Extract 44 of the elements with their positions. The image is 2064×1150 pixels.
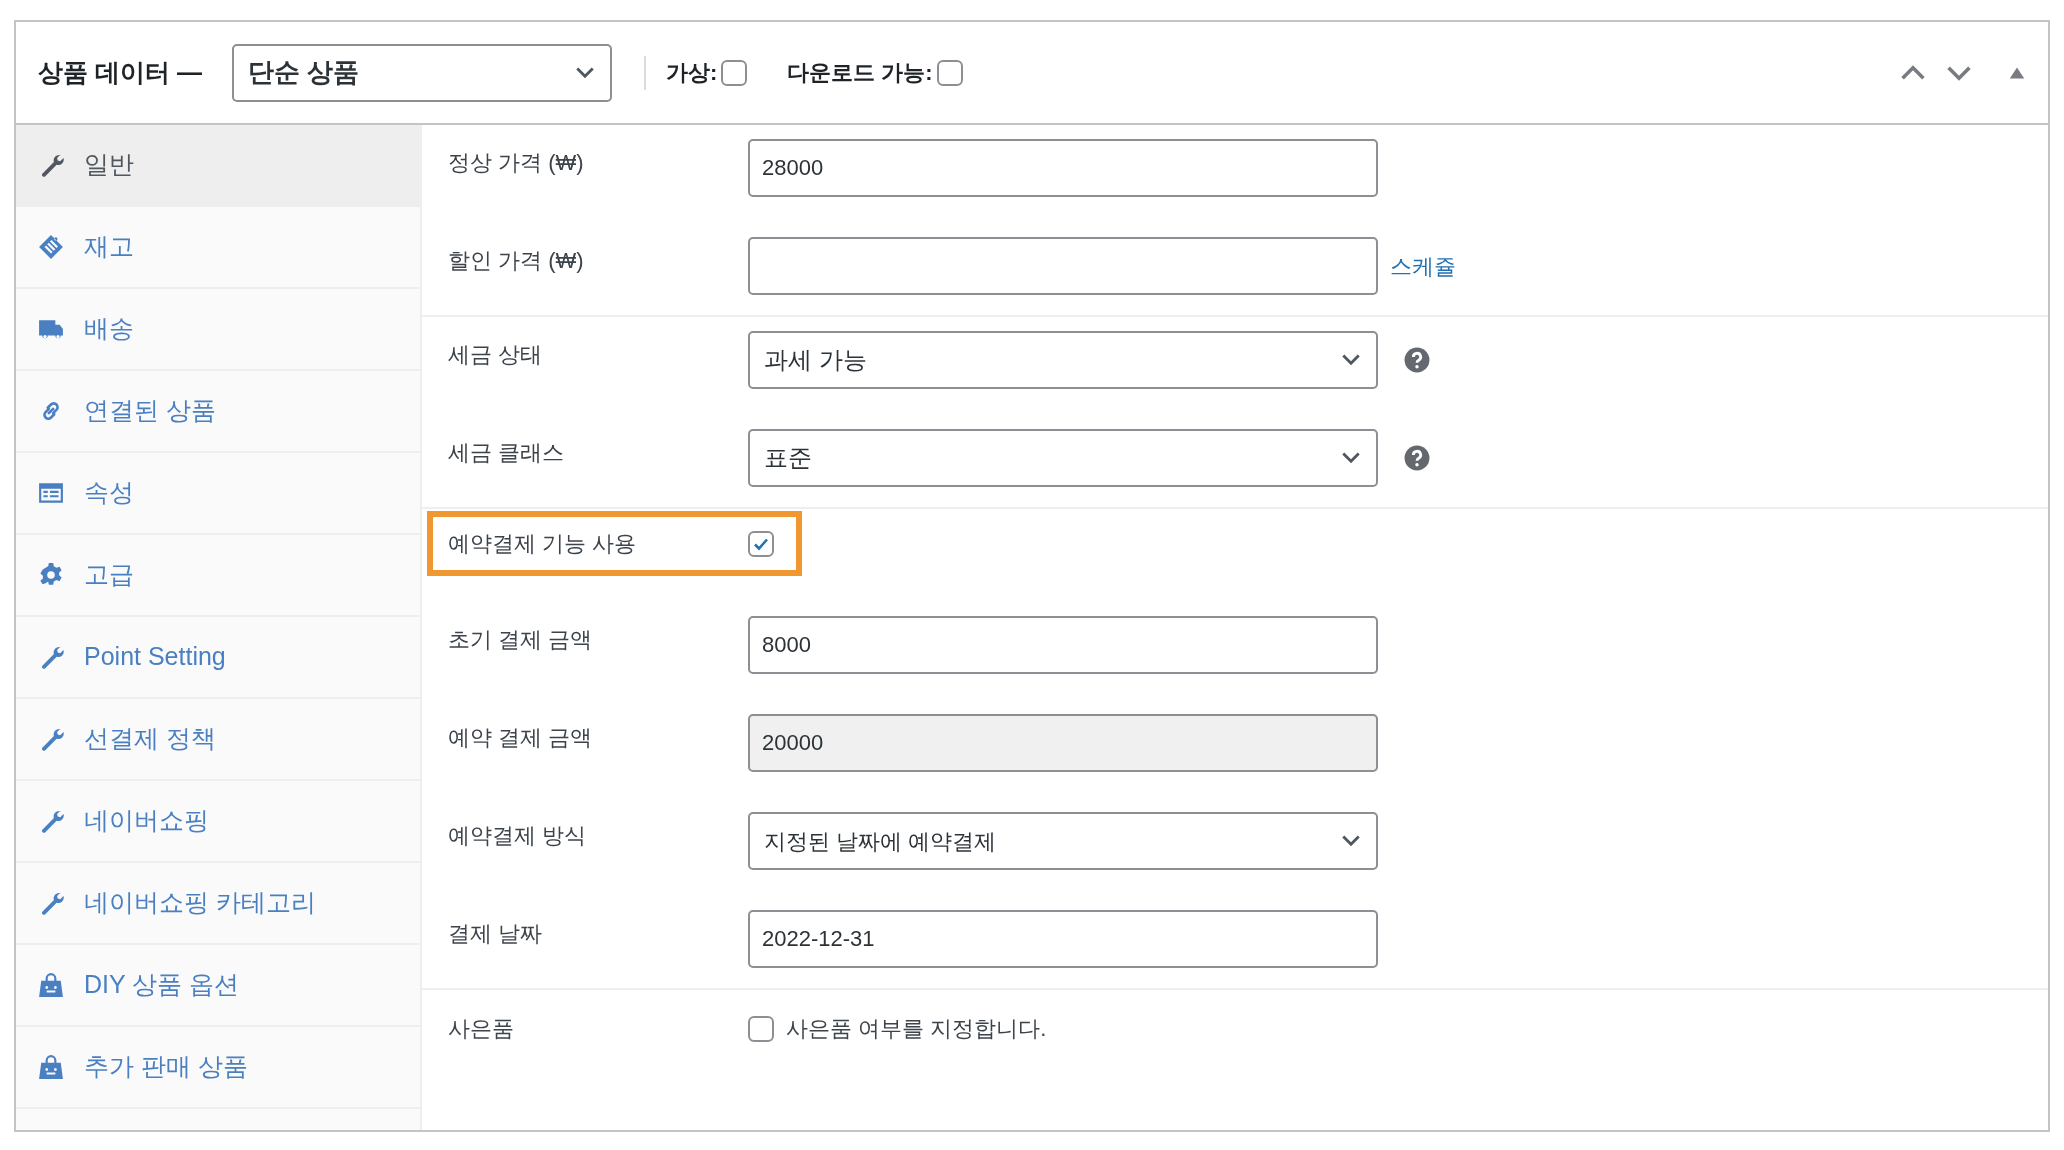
table-icon (38, 480, 64, 506)
schedule-link[interactable]: 스케쥴 (1390, 249, 1456, 283)
input-field[interactable]: 2022-12-31 (748, 910, 1378, 968)
sidebar-tab[interactable]: Point Setting (16, 617, 420, 699)
option-label: 가상: (665, 59, 718, 87)
sidebar-tab[interactable]: 속성 (16, 453, 420, 535)
field-label: 예약 결제 금액 (448, 723, 594, 752)
sidebar-tab[interactable]: 선결제 정책 (16, 699, 420, 781)
option-label: 다운로드 가능: (787, 59, 933, 87)
sidebar-tab[interactable]: 고급 (16, 535, 420, 617)
input-field[interactable]: 8000 (748, 616, 1378, 674)
sidebar-tab[interactable]: 배송 (16, 289, 420, 371)
checkbox-description: 사은품 여부를 지정합니다. (786, 1015, 1047, 1043)
checkbox[interactable] (936, 59, 963, 86)
sidebar-tab[interactable]: 네이버쇼핑 (16, 781, 420, 863)
field-label: 할인 가격 (₩) (448, 246, 585, 275)
input-field[interactable] (748, 237, 1378, 295)
sidebar-tab[interactable]: 연결된 상품 (16, 371, 420, 453)
field-label: 세금 클래스 (448, 438, 566, 467)
field-label: 사은품 (448, 1015, 515, 1043)
field-label: 예약결제 방식 (448, 821, 588, 850)
sidebar-tab[interactable]: DIY 상품 옵션 (16, 945, 420, 1027)
input-field[interactable]: 28000 (748, 139, 1378, 197)
select-field[interactable]: 과세 가능 (748, 331, 1378, 389)
field-label: 결제 날짜 (448, 919, 544, 948)
shopping-bag-icon (38, 972, 64, 998)
checkbox[interactable] (721, 59, 748, 86)
checkbox[interactable] (748, 530, 774, 557)
tag-icon (38, 234, 64, 260)
field-label: 예약결제 기능 사용 (448, 530, 638, 558)
sidebar-tab[interactable]: 추가 판매 상품 (16, 1027, 420, 1109)
select-field[interactable]: 지정된 날짜에 예약결제 (748, 812, 1378, 870)
field-label: 세금 상태 (448, 340, 544, 369)
section-title: 상품 데이터 — (38, 56, 202, 88)
sidebar-tab[interactable]: 네이버쇼핑 카테고리 (16, 863, 420, 945)
field-label: 정상 가격 (₩) (448, 148, 585, 177)
select-field[interactable]: 표준 (748, 429, 1378, 487)
sidebar-tab[interactable]: 일반 (16, 125, 420, 207)
shopping-bag-icon (38, 1054, 64, 1080)
checkbox[interactable] (748, 1015, 774, 1042)
product-type-select[interactable]: 단순 상품 (231, 43, 612, 102)
gear-icon (38, 562, 64, 588)
field-label: 초기 결제 금액 (448, 625, 594, 654)
sidebar-tab[interactable]: 재고 (16, 207, 420, 289)
